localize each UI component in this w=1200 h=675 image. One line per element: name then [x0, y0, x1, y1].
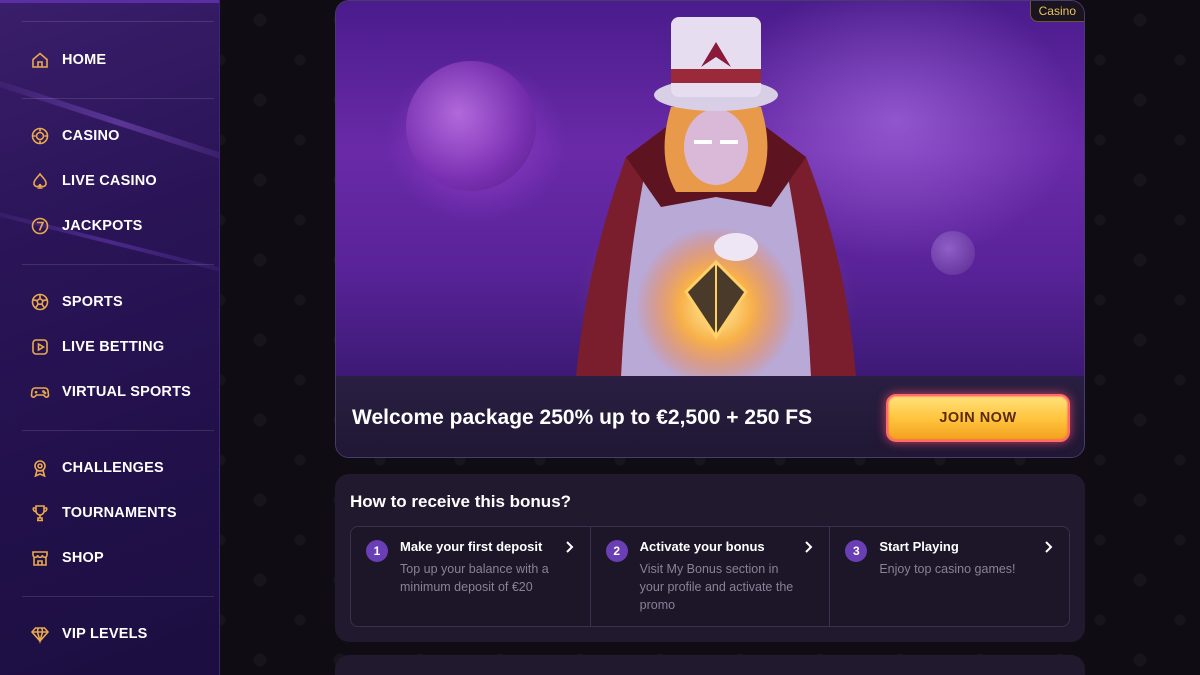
sidebar-item-label: CHALLENGES: [62, 460, 164, 476]
sidebar-divider: [22, 430, 214, 431]
moon-illustration: [931, 231, 975, 275]
gamepad-icon: [30, 382, 50, 402]
ball-icon: [30, 292, 50, 312]
step-number-badge: 2: [605, 540, 628, 562]
sidebar-item-home[interactable]: HOME: [30, 45, 106, 75]
play-icon: [30, 337, 50, 357]
sidebar-item-label: SPORTS: [62, 294, 123, 310]
spade-icon: [30, 171, 50, 191]
sidebar: HOME CASINO LIVE CASINO JACKPOTS SPORTS …: [0, 0, 220, 675]
promo-banner: Casino Welcome package 250% up to €2,500…: [335, 0, 1085, 458]
sidebar-divider: [22, 264, 214, 265]
steps-list: 1 Make your first deposit Top up your ba…: [350, 526, 1070, 627]
sidebar-item-live-casino[interactable]: LIVE CASINO: [30, 166, 157, 196]
sidebar-item-virtual-sports[interactable]: VIRTUAL SPORTS: [30, 377, 191, 407]
sidebar-item-tournaments[interactable]: TOURNAMENTS: [30, 498, 177, 528]
step-item[interactable]: 1 Make your first deposit Top up your ba…: [351, 527, 591, 626]
next-section-card: [335, 655, 1085, 675]
sidebar-item-label: LIVE BETTING: [62, 339, 165, 355]
trophy-icon: [30, 503, 50, 523]
chip-icon: [30, 126, 50, 146]
banner-artwork: [336, 1, 1084, 377]
sidebar-item-live-betting[interactable]: LIVE BETTING: [30, 332, 164, 362]
shop-icon: [30, 548, 50, 568]
step-number-badge: 3: [845, 540, 868, 562]
sidebar-item-vip-levels[interactable]: VIP LEVELS: [30, 619, 148, 649]
sidebar-item-label: JACKPOTS: [62, 218, 143, 234]
step-number-badge: 1: [366, 540, 388, 562]
step-description: Visit My Bonus section in your profile a…: [639, 562, 794, 612]
sidebar-divider: [22, 98, 214, 99]
sidebar-item-label: TOURNAMENTS: [62, 505, 177, 521]
medal-icon: [30, 458, 50, 478]
sidebar-item-casino[interactable]: CASINO: [30, 121, 120, 151]
step-title: Start Playing: [879, 539, 959, 554]
sidebar-item-sports[interactable]: SPORTS: [30, 287, 123, 317]
banner-footer: Welcome package 250% up to €2,500 + 250 …: [336, 376, 1084, 457]
chevron-right-icon: [805, 541, 813, 553]
step-description: Top up your balance with a minimum depos…: [400, 562, 549, 594]
sidebar-item-label: VIP LEVELS: [62, 626, 148, 642]
promo-title: Welcome package 250% up to €2,500 + 250 …: [352, 405, 813, 429]
sidebar-item-challenges[interactable]: CHALLENGES: [30, 453, 164, 483]
section-title: How to receive this bonus?: [350, 492, 572, 511]
diamond-icon: [30, 624, 50, 644]
chevron-right-icon: [1045, 541, 1053, 553]
home-icon: [30, 50, 50, 70]
sidebar-item-shop[interactable]: SHOP: [30, 543, 104, 573]
sidebar-item-jackpots[interactable]: JACKPOTS: [30, 211, 143, 241]
sidebar-item-label: LIVE CASINO: [62, 173, 157, 189]
sidebar-item-label: SHOP: [62, 550, 104, 566]
step-item[interactable]: 3 Start Playing Enjoy top casino games!: [830, 527, 1069, 626]
magician-illustration: [576, 17, 856, 377]
sidebar-item-label: VIRTUAL SPORTS: [62, 384, 192, 400]
step-title: Activate your bonus: [639, 539, 765, 554]
step-item[interactable]: 2 Activate your bonus Visit My Bonus sec…: [591, 527, 831, 626]
planet-illustration: [406, 61, 536, 191]
category-badge: Casino: [1029, 1, 1084, 22]
step-title: Make your first deposit: [400, 539, 543, 554]
sidebar-item-label: HOME: [62, 52, 107, 68]
sidebar-top-line: [0, 0, 219, 3]
step-description: Enjoy top casino games!: [879, 562, 1016, 576]
chevron-right-icon: [565, 541, 574, 553]
sidebar-item-label: CASINO: [62, 128, 120, 144]
join-now-button[interactable]: JOIN NOW: [886, 393, 1070, 442]
seven-icon: [30, 216, 50, 236]
sidebar-divider: [22, 21, 214, 22]
sidebar-divider: [22, 596, 214, 597]
bonus-instructions: How to receive this bonus? 1 Make your f…: [335, 474, 1085, 642]
